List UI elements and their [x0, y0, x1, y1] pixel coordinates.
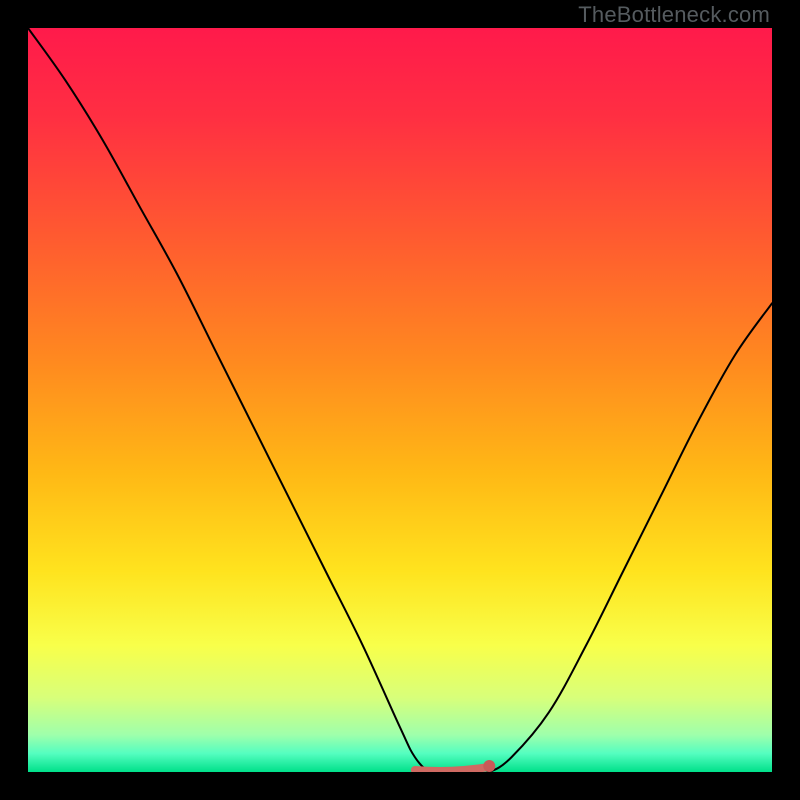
- plot-area: [28, 28, 772, 772]
- chart-frame: TheBottleneck.com: [0, 0, 800, 800]
- watermark-text: TheBottleneck.com: [578, 2, 770, 28]
- background-gradient: [28, 28, 772, 772]
